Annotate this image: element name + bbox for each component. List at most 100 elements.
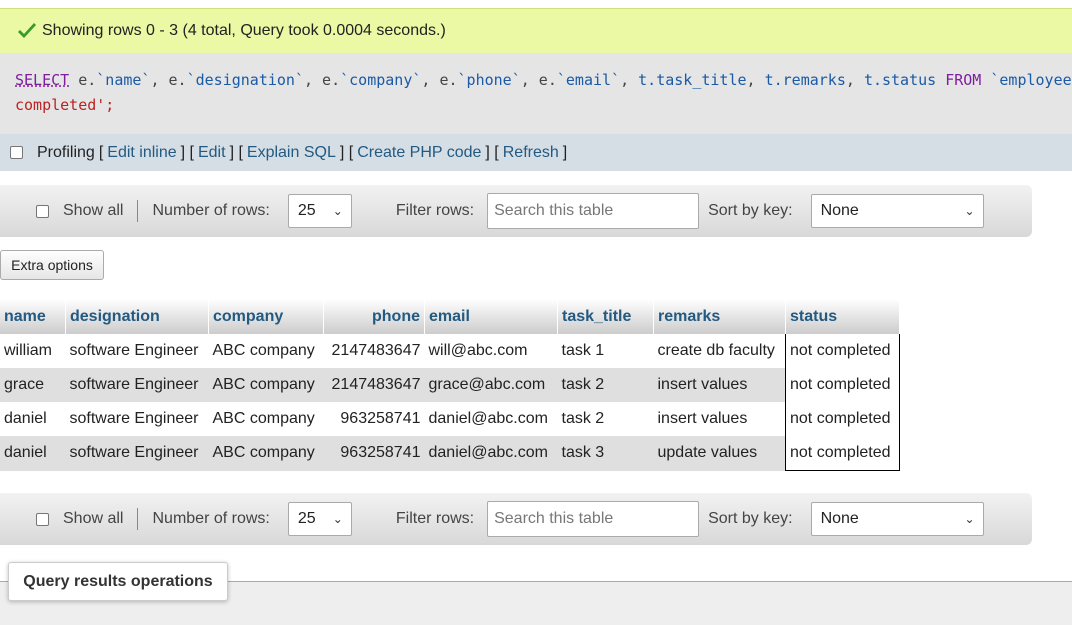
refresh-link[interactable]: Refresh	[503, 144, 559, 162]
cell-company: ABC company	[208, 334, 324, 368]
sql-token: t.task_title	[638, 71, 747, 89]
cell-phone: 2147483647	[323, 368, 425, 402]
cell-designation: software Engineer	[65, 436, 209, 471]
edit-link[interactable]: Edit	[198, 144, 226, 162]
number-of-rows-select[interactable]: 25 ⌄	[287, 502, 352, 536]
chevron-down-icon: ⌄	[332, 512, 343, 526]
cell-company: ABC company	[208, 402, 324, 436]
table-row: daniel software Engineer ABC company 963…	[0, 436, 900, 471]
cell-name: william	[0, 334, 66, 368]
filter-rows-label: Filter rows:	[395, 510, 475, 527]
sql-token: ,	[746, 71, 765, 89]
sql-token: `email`	[556, 71, 621, 89]
explain-sql-link[interactable]: Explain SQL	[247, 144, 336, 162]
sql-token: , e.	[150, 71, 187, 89]
sql-select-keyword: SELECT	[15, 71, 70, 89]
show-all-label: Show all	[63, 510, 124, 527]
sql-token: `company`	[340, 71, 422, 89]
sql-token: `designation`	[186, 71, 304, 89]
column-header-name[interactable]: name	[0, 299, 66, 334]
sql-token: `employees	[990, 71, 1072, 89]
results-table: name designation company phone email tas…	[0, 299, 900, 471]
sql-token: `phone`	[457, 71, 521, 89]
number-of-rows-label: Number of rows:	[152, 202, 270, 219]
query-results-operations-tab[interactable]: Query results operations	[8, 562, 228, 601]
cell-remarks: insert values	[653, 368, 786, 402]
create-php-code-link[interactable]: Create PHP code	[357, 144, 481, 162]
chevron-down-icon: ⌄	[332, 204, 343, 218]
cell-status[interactable]: not completed	[785, 334, 900, 368]
filter-rows-input[interactable]: Search this table	[487, 193, 700, 229]
column-header-email[interactable]: email	[424, 299, 558, 334]
cell-email: grace@abc.com	[424, 368, 558, 402]
sort-by-key-label: Sort by key:	[708, 510, 793, 527]
cell-designation: software Engineer	[65, 402, 209, 436]
column-header-company[interactable]: company	[208, 299, 324, 334]
edit-inline-link[interactable]: Edit inline	[107, 144, 176, 162]
cell-task-title: task 2	[557, 368, 654, 402]
chevron-down-icon: ⌄	[964, 204, 975, 218]
column-header-designation[interactable]: designation	[65, 299, 209, 334]
cell-remarks: update values	[653, 436, 786, 471]
separator	[137, 200, 139, 222]
cell-email: will@abc.com	[424, 334, 558, 368]
table-row: grace software Engineer ABC company 2147…	[0, 368, 900, 402]
profiling-checkbox[interactable]	[10, 146, 23, 159]
sort-by-key-label: Sort by key:	[708, 202, 793, 219]
cell-remarks: create db faculty	[653, 334, 786, 368]
cell-name: daniel	[0, 436, 66, 471]
table-header-row: name designation company phone email tas…	[0, 299, 900, 334]
sql-token: FROM	[945, 71, 982, 89]
sql-token: t.status	[863, 71, 937, 89]
number-of-rows-label: Number of rows:	[152, 510, 270, 527]
column-header-task-title[interactable]: task_title	[557, 299, 654, 334]
sql-line-1: SELECT e.`name`, e.`designation`, e.`com…	[15, 71, 1072, 89]
result-message: Showing rows 0 - 3 (4 total, Query took …	[42, 22, 446, 39]
cell-status[interactable]: not completed	[785, 368, 900, 402]
top-navigation-bar: Show all Number of rows: 25 ⌄ Filter rows…	[0, 185, 1032, 237]
sort-by-key-select[interactable]: None ⌄	[810, 502, 984, 536]
cell-status[interactable]: not completed	[785, 436, 900, 471]
sql-token: ,	[620, 71, 639, 89]
cell-task-title: task 2	[557, 402, 654, 436]
cell-status[interactable]: not completed	[785, 402, 900, 436]
sql-token: ,	[845, 71, 864, 89]
cell-name: grace	[0, 368, 66, 402]
column-header-remarks[interactable]: remarks	[653, 299, 786, 334]
table-row: william software Engineer ABC company 21…	[0, 334, 900, 368]
separator	[137, 508, 139, 530]
chevron-down-icon: ⌄	[964, 512, 975, 526]
cell-task-title: task 3	[557, 436, 654, 471]
sql-token: , e.	[421, 71, 458, 89]
sql-token: , e.	[304, 71, 341, 89]
cell-name: daniel	[0, 402, 66, 436]
cell-designation: software Engineer	[65, 334, 209, 368]
cell-email: daniel@abc.com	[424, 436, 558, 471]
extra-options-button[interactable]: Extra options	[0, 250, 104, 280]
profiling-bar: Profiling [ Edit inline ] [ Edit ] [ Exp…	[0, 134, 1072, 171]
sort-by-key-select[interactable]: None ⌄	[810, 194, 984, 228]
cell-designation: software Engineer	[65, 368, 209, 402]
filter-rows-input[interactable]: Search this table	[487, 501, 700, 537]
filter-rows-label: Filter rows:	[395, 202, 475, 219]
sql-query-box: SELECT e.`name`, e.`designation`, e.`com…	[0, 53, 1072, 134]
sql-line-2: completed';	[15, 96, 115, 114]
sql-token: t.remarks	[764, 71, 846, 89]
sql-token: , e.	[520, 71, 557, 89]
cell-phone: 963258741	[323, 402, 425, 436]
cell-company: ABC company	[208, 436, 324, 471]
checkmark-icon	[18, 23, 36, 38]
cell-task-title: task 1	[557, 334, 654, 368]
number-of-rows-select[interactable]: 25 ⌄	[287, 194, 352, 228]
cell-company: ABC company	[208, 368, 324, 402]
column-header-status[interactable]: status	[785, 299, 900, 334]
cell-email: daniel@abc.com	[424, 402, 558, 436]
show-all-label: Show all	[63, 202, 124, 219]
show-all-checkbox[interactable]	[36, 512, 49, 526]
cell-remarks: insert values	[653, 402, 786, 436]
show-all-checkbox[interactable]	[36, 204, 49, 218]
column-header-phone[interactable]: phone	[323, 299, 425, 334]
bottom-navigation-bar: Show all Number of rows: 25 ⌄ Filter rows…	[0, 493, 1032, 545]
cell-phone: 2147483647	[323, 334, 425, 368]
